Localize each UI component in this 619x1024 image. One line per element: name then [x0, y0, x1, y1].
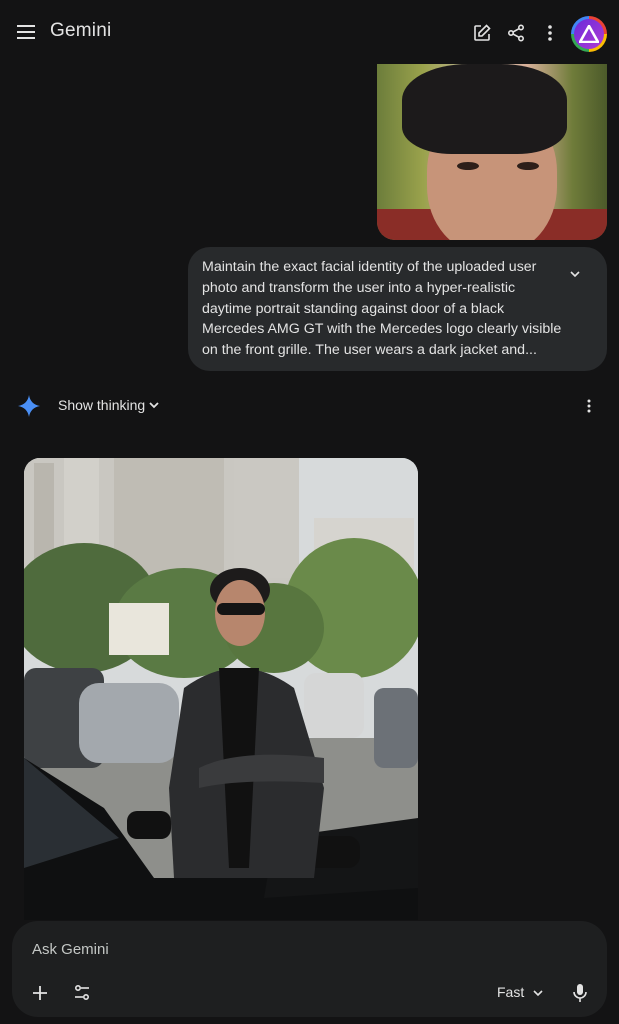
- new-chat-edit-icon[interactable]: [470, 21, 494, 45]
- add-attachment-plus-icon[interactable]: [28, 981, 52, 1005]
- microphone-icon[interactable]: [569, 981, 591, 1005]
- tools-settings-icon[interactable]: [70, 981, 94, 1005]
- chevron-down-icon[interactable]: [146, 397, 162, 413]
- ask-gemini-input[interactable]: Ask Gemini: [32, 941, 109, 958]
- prompt-input-container[interactable]: [12, 921, 607, 1017]
- photo-eye: [457, 162, 479, 170]
- more-vert-icon[interactable]: [538, 21, 562, 45]
- user-prompt-bubble[interactable]: Maintain the exact facial identity of th…: [188, 247, 607, 371]
- chevron-down-icon[interactable]: [530, 985, 546, 1001]
- response-more-vert-icon[interactable]: [580, 396, 598, 416]
- expand-chevron-icon[interactable]: [565, 264, 585, 284]
- menu-icon[interactable]: [14, 20, 38, 44]
- show-thinking-button[interactable]: Show thinking: [58, 397, 145, 413]
- photo-hair: [402, 64, 567, 154]
- app-title: Gemini: [50, 20, 112, 41]
- model-mode-selector[interactable]: Fast: [497, 984, 524, 1000]
- avatar-logo-icon: [574, 19, 604, 49]
- avatar[interactable]: [571, 16, 607, 52]
- user-prompt-text: Maintain the exact facial identity of th…: [202, 259, 562, 359]
- share-icon[interactable]: [504, 21, 528, 45]
- generated-image[interactable]: [24, 458, 418, 920]
- generated-image-scene: [24, 458, 418, 920]
- gemini-spark-icon: [18, 395, 40, 417]
- user-uploaded-photo[interactable]: [377, 64, 607, 240]
- photo-eye: [517, 162, 539, 170]
